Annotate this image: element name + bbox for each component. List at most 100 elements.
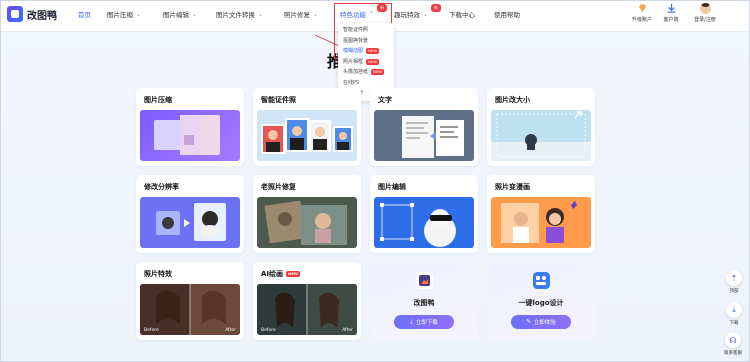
old-photo-illustration [264, 200, 347, 245]
card-thumbnail [140, 110, 240, 161]
image-editor-illustration [380, 203, 456, 247]
card-thumbnail [491, 197, 591, 248]
promo-name: 改图鸭 [413, 299, 435, 307]
menu-item-blur-gif[interactable]: 模糊动图 NEW [338, 46, 394, 57]
menu-item-cutout-background[interactable]: 抠图换背景 [338, 36, 394, 47]
nav-file-convert[interactable]: 图片文件转换 ⌄ [216, 9, 264, 20]
menu-item-photo-frame[interactable]: 照片相框 NEW [338, 57, 394, 68]
nav-label: 照片修复 [284, 11, 310, 19]
menu-item-id-photo[interactable]: 智能证件照 [338, 25, 394, 36]
chevron-down-icon: ⌄ [136, 10, 142, 18]
card-resolution[interactable]: 修改分辨率 [136, 175, 244, 253]
menu-item-label: 模糊动图 [343, 48, 364, 54]
chevron-down-icon: ⌄ [258, 10, 264, 18]
headset-icon: ☊ [725, 332, 741, 348]
card-text[interactable]: 文字 [370, 88, 478, 166]
card-title: 图片改大小 [495, 96, 530, 104]
download-now-button[interactable]: ⤓ 立即下载 [394, 315, 454, 329]
promo-app-download: 改图鸭 ⤓ 立即下载 [370, 262, 478, 340]
side-label: 顶部 [729, 289, 739, 294]
nav-label: 首页 [78, 11, 91, 19]
card-thumbnail [491, 110, 591, 161]
card-thumbnail [374, 197, 474, 248]
login-label: 登录/注册 [694, 17, 716, 23]
card-title: 照片特效 [144, 270, 172, 278]
download-icon: ⤓ [726, 302, 742, 318]
card-image-resize[interactable]: 图片改大小 [487, 88, 595, 166]
new-badge: NEW [366, 58, 380, 65]
card-old-photo-repair[interactable]: 老照片修复 [253, 175, 361, 253]
contact-support[interactable]: ☊ 联系客服 [724, 332, 742, 356]
side-download[interactable]: ⤓ 下载 [726, 302, 742, 326]
client-label: 客户端 [663, 17, 679, 23]
promo-logo-design: 一键logo设计 ✎ 立即体验 [487, 262, 595, 340]
nav-label: 图片编辑 [163, 11, 189, 19]
card-title: 文字 [378, 96, 392, 104]
app-name: 改图鸭 [27, 10, 57, 22]
chevron-down-icon: ⌄ [423, 10, 429, 18]
id-photo-illustration [261, 118, 353, 154]
nav-label: 趣玩特效 [394, 11, 420, 19]
card-thumbnail [374, 110, 474, 161]
menu-item-online-ps[interactable]: 在线PS [338, 78, 394, 89]
new-badge: NEW [366, 48, 380, 55]
nav-home[interactable]: 首页 [78, 9, 91, 19]
nav-label: 使用帮助 [494, 11, 520, 19]
nav-image-edit[interactable]: 图片编辑 ⌄ [163, 9, 198, 20]
pen-icon: ✎ [526, 319, 531, 325]
nav-help[interactable]: 使用帮助 [494, 9, 520, 19]
after-label: After [225, 328, 236, 333]
card-image-compress[interactable]: 图片压缩 [136, 88, 244, 166]
card-thumbnail: Before After [257, 284, 357, 335]
chevron-down-icon: ⌄ [313, 10, 319, 18]
login-button[interactable]: 登录/注册 [690, 3, 720, 23]
compress-illustration [154, 115, 220, 155]
nav-label: 下载中心 [449, 11, 475, 19]
nav-image-compress[interactable]: 图片压缩 ⌄ [107, 9, 142, 20]
card-ai-painting[interactable]: AI绘画 NEW Before After [253, 262, 361, 340]
card-title: 修改分辨率 [144, 183, 179, 191]
card-title: 图片压缩 [144, 96, 172, 104]
card-title: 智能证件照 [261, 96, 296, 104]
card-thumbnail: Before After [140, 284, 240, 335]
menu-item-label: 在线PS [343, 79, 360, 86]
try-now-button[interactable]: ✎ 立即体验 [511, 315, 571, 329]
cartoon-illustration [501, 201, 577, 243]
nav-photo-repair[interactable]: 照片修复 ⌄ [284, 9, 319, 20]
card-photo-effects[interactable]: 照片特效 Before After [136, 262, 244, 340]
new-badge: NEW [286, 271, 300, 277]
card-thumbnail [257, 197, 357, 248]
menu-item-label: 智能证件照 [343, 27, 369, 33]
logo-design-icon [533, 272, 550, 289]
menu-item-label: 抠图换背景 [343, 37, 369, 44]
nav-fun-effects[interactable]: 趣玩特效 ⌄ [394, 9, 429, 20]
card-title: 图片编辑 [378, 183, 406, 191]
new-badge: 新 [431, 4, 441, 12]
before-label: Before [144, 328, 159, 333]
app-logo-icon [416, 272, 433, 289]
button-label: 立即下载 [415, 320, 438, 326]
chevron-down-icon: ⌄ [192, 10, 198, 18]
nav-label: 图片文件转换 [216, 11, 255, 19]
client-download-button[interactable]: 客户端 [656, 3, 686, 23]
back-to-top[interactable]: ⇡ 顶部 [726, 270, 742, 294]
logo-icon [7, 6, 23, 22]
card-thumbnail [140, 197, 240, 248]
avatar [699, 3, 711, 14]
upgrade-account-button[interactable]: 升级账户 [627, 3, 657, 23]
download-icon: ⤓ [410, 318, 413, 325]
menu-item-avatar-pendant[interactable]: 头像加挂纸 NEW [338, 67, 394, 78]
card-id-photo[interactable]: 智能证件照 [253, 88, 361, 166]
app-logo[interactable]: 改图鸭 [7, 6, 57, 22]
nav-download-center[interactable]: 下载中心 [449, 9, 475, 19]
card-image-editor[interactable]: 图片编辑 [370, 175, 478, 253]
resolution-illustration [156, 203, 226, 241]
text-illustration [402, 116, 464, 158]
button-label: 立即体验 [533, 320, 556, 326]
card-thumbnail [257, 110, 357, 161]
side-label: 下载 [729, 321, 739, 326]
card-photo-to-cartoon[interactable]: 照片变漫画 [487, 175, 595, 253]
menu-item-label: 头像加挂纸 [343, 69, 369, 75]
nav-label: 图片压缩 [107, 11, 133, 19]
arrow-up-icon: ⇡ [726, 270, 742, 286]
